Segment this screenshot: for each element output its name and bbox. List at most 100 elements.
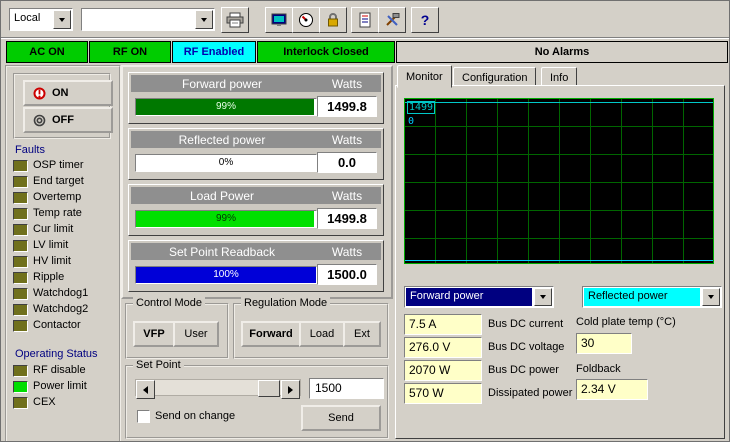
status-label: AC ON [29, 46, 64, 58]
status-rf-on: RF ON [89, 41, 171, 63]
send-on-change-checkbox[interactable] [137, 410, 150, 423]
chevron-down-icon [708, 295, 714, 299]
status-led-cex [13, 397, 28, 409]
ext-button[interactable]: Ext [343, 321, 381, 347]
fault-label: Cur limit [33, 223, 73, 235]
help-icon: ? [421, 12, 430, 28]
lock-icon [325, 12, 341, 28]
meter-title: Set Point Readback [131, 243, 313, 260]
meter-title: Forward power [131, 75, 313, 92]
bus-dc-voltage-field: 276.0 V [404, 337, 482, 358]
meter-unit: Watts [313, 187, 381, 204]
trace2-value-label: 0 [408, 116, 414, 127]
log-button[interactable] [351, 7, 379, 33]
dissipated-power-label: Dissipated power [488, 387, 572, 399]
meter-percent: 0% [136, 157, 316, 168]
on-button[interactable]: ON [23, 80, 113, 106]
status-rf-enabled: RF Enabled [172, 41, 256, 63]
control-mode-group: Control Mode VFP User [125, 303, 229, 359]
status-item-label: RF disable [33, 364, 86, 376]
local-combo[interactable]: Local [9, 8, 73, 31]
print-button[interactable] [221, 7, 249, 33]
fault-led-end-target [13, 176, 28, 188]
power-on-icon [33, 87, 46, 100]
forward-button-label: Forward [249, 328, 292, 340]
status-led-power-limit [13, 381, 28, 393]
slider-thumb[interactable] [258, 380, 280, 397]
meter-bar: 100% [135, 266, 317, 284]
bus-dc-voltage-label: Bus DC voltage [488, 341, 564, 353]
meter-value: 1499.8 [317, 208, 377, 229]
foldback-input[interactable]: 2.34 V [576, 379, 648, 400]
trace2-combo[interactable]: Reflected power [582, 286, 722, 308]
fault-led-contactor [13, 320, 28, 332]
forward-power-trace [405, 102, 713, 103]
vfp-button[interactable]: VFP [133, 321, 175, 347]
operating-status-title: Operating Status [15, 348, 98, 360]
user-button[interactable]: User [173, 321, 219, 347]
tab-label: Configuration [462, 72, 527, 84]
tab-control: Monitor Configuration Info 1499 0 Forwar… [395, 65, 725, 439]
fault-label: Contactor [33, 319, 81, 331]
bus-dc-current-field: 7.5 A [404, 314, 482, 335]
tab-monitor[interactable]: Monitor [397, 65, 452, 88]
fault-led-watchdog2 [13, 304, 28, 316]
forward-button[interactable]: Forward [241, 321, 301, 347]
arrow-left-icon [143, 386, 148, 394]
meter-bar: 99% [135, 210, 317, 228]
status-interlock: Interlock Closed [257, 41, 395, 63]
meter-unit: Watts [313, 131, 381, 148]
tools-button[interactable] [378, 7, 406, 33]
set-point-group: Set Point 1500 Send on change Send [125, 365, 389, 439]
load-button-label: Load [310, 328, 334, 340]
fault-label: OSP timer [33, 159, 84, 171]
meter-value: 1500.0 [317, 264, 377, 285]
status-item-label: Power limit [33, 380, 87, 392]
local-combo-dropdown-button[interactable] [53, 10, 71, 29]
trace2-combo-dropdown-button[interactable] [702, 288, 720, 306]
lock-button[interactable] [319, 7, 347, 33]
device-combo-dropdown-button[interactable] [195, 10, 213, 29]
gauge-button[interactable] [292, 7, 320, 33]
monitor-tab-panel: 1499 0 Forward power Reflected power 7.5… [395, 85, 725, 439]
fault-label: Temp rate [33, 207, 82, 219]
arrow-right-icon [288, 386, 293, 394]
regulation-mode-group: Regulation Mode Forward Load Ext [233, 303, 389, 359]
fault-label: Watchdog1 [33, 287, 88, 299]
bus-dc-power-field: 2070 W [404, 360, 482, 381]
cold-plate-temp-label: Cold plate temp (°C) [576, 316, 676, 328]
set-point-input[interactable]: 1500 [309, 378, 384, 399]
help-button[interactable]: ? [411, 7, 439, 33]
vfp-button-label: VFP [143, 328, 164, 340]
left-panel: ON OFF Faults OSP timer End target Overt… [5, 65, 121, 442]
off-button-label: OFF [52, 114, 74, 126]
slider-right-arrow[interactable] [281, 380, 300, 399]
off-button[interactable]: OFF [23, 107, 113, 133]
regulation-mode-title: Regulation Mode [241, 297, 330, 309]
status-led-rf-disable [13, 365, 28, 377]
tab-label: Info [550, 72, 568, 84]
on-button-label: ON [52, 87, 69, 99]
meter-forward-power: Forward power Watts 99% 1499.8 [128, 72, 384, 124]
fault-led-overtemp [13, 192, 28, 204]
fault-led-cur-limit [13, 224, 28, 236]
trace1-combo[interactable]: Forward power [404, 286, 554, 308]
gauge-icon [298, 12, 314, 28]
monitor-panel-button[interactable] [265, 7, 293, 33]
status-ac-on: AC ON [6, 41, 88, 63]
cold-plate-temp-input[interactable]: 30 [576, 333, 632, 354]
control-mode-title: Control Mode [133, 297, 205, 309]
send-button[interactable]: Send [301, 405, 381, 431]
load-button[interactable]: Load [299, 321, 345, 347]
fault-label: Ripple [33, 271, 64, 283]
trace1-combo-dropdown-button[interactable] [534, 288, 552, 306]
trace1-value-label: 1499 [407, 101, 435, 114]
device-combo[interactable] [81, 8, 215, 31]
set-point-slider[interactable] [135, 379, 301, 396]
printer-icon [226, 12, 244, 28]
meter-percent: 99% [136, 213, 316, 224]
dissipated-power-field: 570 W [404, 383, 482, 404]
meter-set-point-readback: Set Point Readback Watts 100% 1500.0 [128, 240, 384, 292]
slider-left-arrow[interactable] [136, 380, 155, 399]
chevron-down-icon [540, 295, 546, 299]
